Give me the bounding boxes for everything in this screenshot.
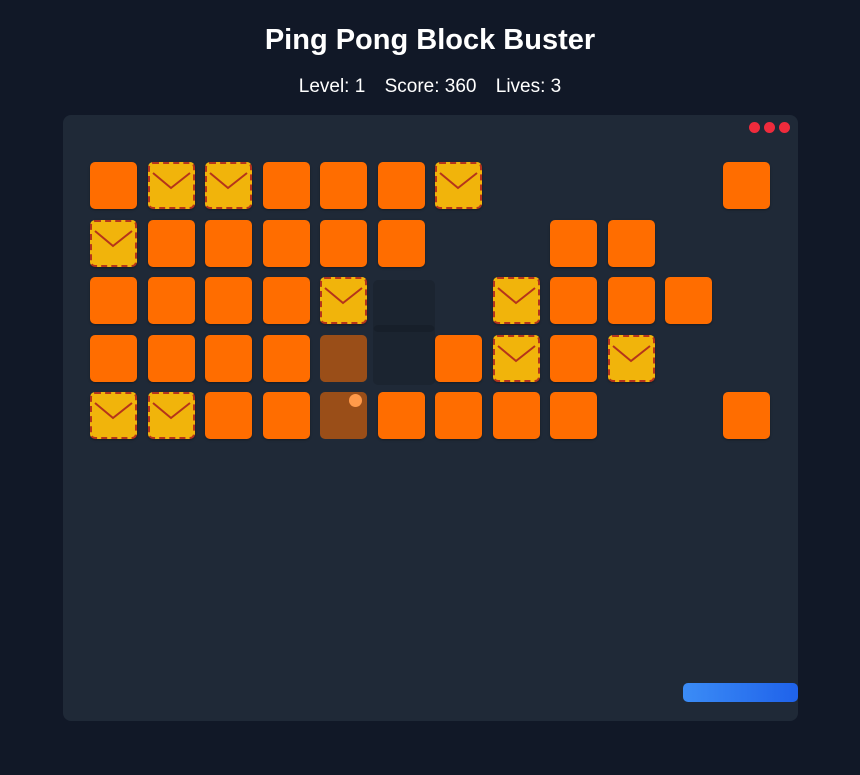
game-title: Ping Pong Block Buster	[264, 24, 596, 56]
special-block	[493, 277, 540, 324]
special-block	[148, 392, 195, 439]
brick-block	[665, 277, 712, 324]
brick-block	[263, 162, 310, 209]
brick-block	[608, 220, 655, 267]
brick-block	[263, 277, 310, 324]
brick-block	[550, 277, 597, 324]
paddle[interactable]	[683, 683, 798, 702]
special-block	[320, 277, 367, 324]
life-dot	[749, 122, 760, 133]
ball	[349, 394, 362, 407]
brick-block	[320, 162, 367, 209]
brick-block	[435, 335, 482, 382]
brick-block	[723, 162, 770, 209]
special-block	[90, 220, 137, 267]
brick-block	[435, 392, 482, 439]
brick-block	[148, 277, 195, 324]
hit-shadow	[373, 325, 435, 385]
brick-block	[90, 277, 137, 324]
brick-block	[263, 220, 310, 267]
brick-block	[550, 392, 597, 439]
life-dot	[764, 122, 775, 133]
brick-block	[378, 220, 425, 267]
brick-block	[723, 392, 770, 439]
special-block	[90, 392, 137, 439]
brick-block	[263, 392, 310, 439]
brick-block	[263, 335, 310, 382]
special-block	[493, 335, 540, 382]
brick-block	[608, 277, 655, 324]
brick-block	[205, 392, 252, 439]
special-block	[608, 335, 655, 382]
brick-block	[320, 335, 367, 382]
brick-block	[378, 162, 425, 209]
life-dot	[779, 122, 790, 133]
lives-display: Lives: 3	[495, 76, 562, 97]
game-board[interactable]	[63, 115, 798, 721]
brick-block	[205, 220, 252, 267]
brick-block	[205, 277, 252, 324]
brick-block	[205, 335, 252, 382]
stats-bar: Level: 1 Score: 360 Lives: 3	[0, 76, 860, 98]
level-display: Level: 1	[298, 76, 366, 97]
brick-block	[90, 162, 137, 209]
special-block	[435, 162, 482, 209]
brick-block	[320, 220, 367, 267]
brick-block	[148, 220, 195, 267]
brick-block	[148, 335, 195, 382]
brick-block	[550, 220, 597, 267]
score-display: Score: 360	[384, 76, 477, 97]
brick-block	[493, 392, 540, 439]
brick-block	[378, 392, 425, 439]
special-block	[205, 162, 252, 209]
special-block	[148, 162, 195, 209]
brick-block	[90, 335, 137, 382]
brick-block	[550, 335, 597, 382]
